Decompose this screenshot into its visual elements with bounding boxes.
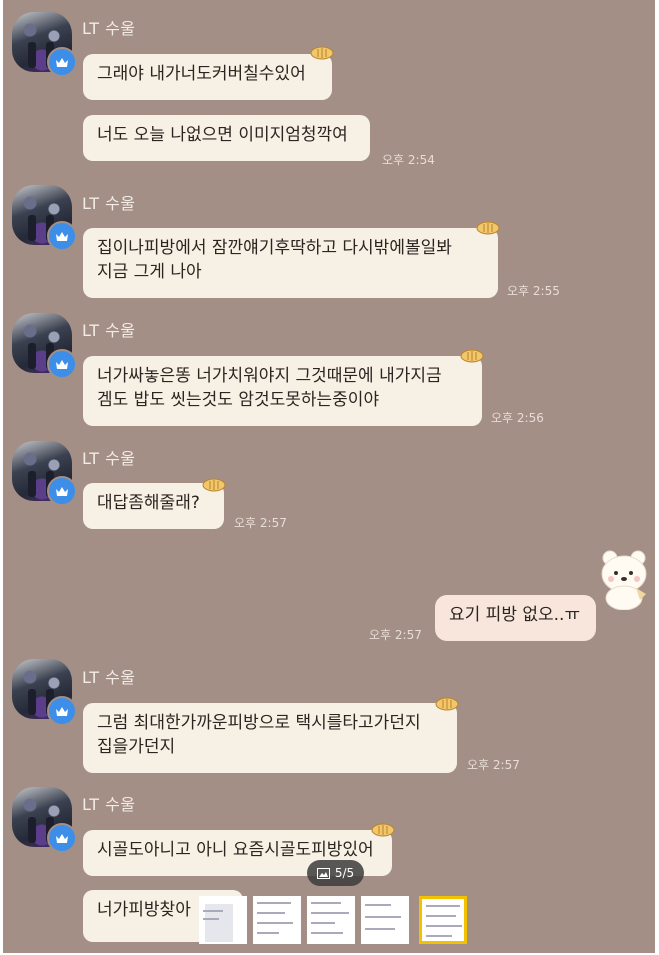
fish-bread-icon[interactable] <box>371 823 397 837</box>
message-line: 지금 그게 나아 <box>97 262 202 282</box>
thumbnail[interactable] <box>361 896 409 944</box>
message-time: 오후 2:57 <box>467 758 520 772</box>
message-bubble[interactable]: 그래야 내가너도커버칠수있어 <box>83 54 332 100</box>
message-line: 집이나피방에서 잠깐얘기후딱하고 다시밖에볼일봐 <box>97 238 452 258</box>
crown-icon <box>47 476 77 506</box>
fish-bread-icon[interactable] <box>202 478 228 492</box>
crown-icon <box>47 221 77 251</box>
message-time: 오후 2:54 <box>382 153 435 167</box>
fish-bread-icon[interactable] <box>460 349 486 363</box>
sender-name: LT 수울 <box>82 19 136 38</box>
gallery-icon <box>316 867 330 879</box>
crown-icon <box>47 696 77 726</box>
crown-icon <box>47 823 77 853</box>
message-time: 오후 2:57 <box>369 628 422 642</box>
sender-name: LT 수울 <box>82 795 136 814</box>
sender-name: LT 수울 <box>82 449 136 468</box>
message-bubble[interactable]: 집이나피방에서 잠깐얘기후딱하고 다시밖에볼일봐 지금 그게 나아 <box>83 228 498 298</box>
message-line: 집을가던지 <box>97 737 176 757</box>
fish-bread-icon[interactable] <box>310 46 336 60</box>
thumbnail[interactable] <box>199 896 247 944</box>
message-line: 겜도 밥도 씻는것도 암것도못하는중이야 <box>97 390 380 410</box>
fish-bread-icon[interactable] <box>476 221 502 235</box>
sender-name: LT 수울 <box>82 321 136 340</box>
message-time: 오후 2:56 <box>491 411 544 425</box>
thumbnail[interactable] <box>253 896 301 944</box>
crown-icon <box>47 47 77 77</box>
message-bubble[interactable]: 너도 오늘 나없으면 이미지엄청깍여 <box>83 115 370 161</box>
fish-bread-icon[interactable] <box>435 697 461 711</box>
sender-name: LT 수울 <box>82 668 136 687</box>
my-message-bubble[interactable]: 요기 피방 없오..ㅠ <box>435 595 596 641</box>
sender-name: LT 수울 <box>82 194 136 213</box>
bear-sticker-icon[interactable] <box>596 548 652 610</box>
message-bubble[interactable]: 그럼 최대한가까운피방으로 택시를타고가던지 집을가던지 <box>83 703 457 773</box>
thumbnail-selected[interactable] <box>419 896 467 944</box>
message-time: 오후 2:55 <box>507 284 560 298</box>
page-indicator[interactable]: 5/5 <box>307 860 364 886</box>
crown-icon <box>47 349 77 379</box>
message-bubble[interactable]: 너가싸놓은똥 너가치워야지 그것때문에 내가지금 겜도 밥도 씻는것도 암것도못… <box>83 356 482 426</box>
message-line: 그럼 최대한가까운피방으로 택시를타고가던지 <box>97 713 421 733</box>
thumbnail[interactable] <box>307 896 355 944</box>
message-line: 너가싸놓은똥 너가치워야지 그것때문에 내가지금 <box>97 366 442 386</box>
chat-room: LT 수울 그래야 내가너도커버칠수있어 너도 오늘 나없으면 이미지엄청깍여 … <box>3 0 655 953</box>
message-time: 오후 2:57 <box>234 516 287 530</box>
page-indicator-label: 5/5 <box>334 866 355 880</box>
